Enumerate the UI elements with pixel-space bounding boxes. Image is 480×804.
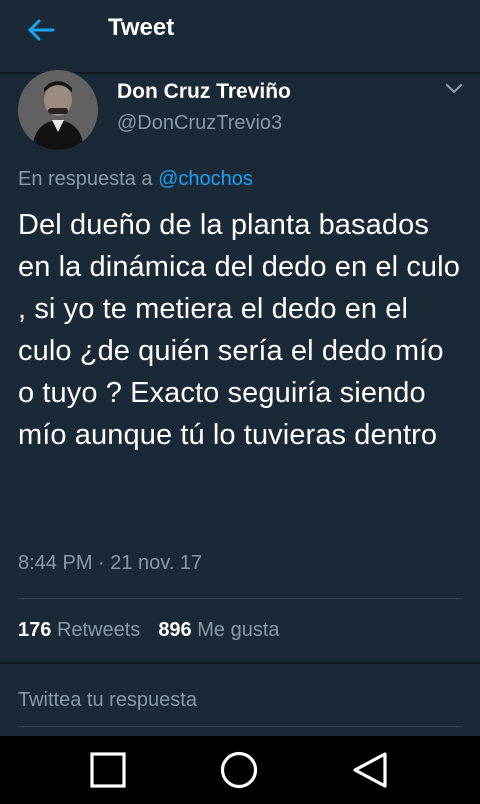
stats-divider-bottom <box>0 662 480 664</box>
likes-count: 896 <box>158 619 192 641</box>
retweets-count: 176 <box>18 619 52 641</box>
more-options-button[interactable] <box>444 82 464 96</box>
recents-button[interactable] <box>88 750 128 790</box>
triangle-back-icon <box>353 752 387 788</box>
top-bar: Tweet <box>0 0 480 60</box>
page-title: Tweet <box>108 14 175 41</box>
avatar-photo <box>18 70 98 150</box>
retweets-label: Retweets <box>56 619 141 641</box>
back-button[interactable] <box>26 16 56 44</box>
author-name[interactable]: Don Cruz Treviño <box>117 80 291 104</box>
likes-label: Me gusta <box>197 619 280 641</box>
circle-icon <box>220 751 258 789</box>
chevron-down-icon <box>445 83 463 94</box>
reply-context: En respuesta a @chochos <box>18 168 253 191</box>
back-nav-button[interactable] <box>350 750 390 790</box>
author-handle[interactable]: @DonCruzTrevio3 <box>117 112 282 135</box>
tweet-stats: 176 Retweets 896 Me gusta <box>18 619 280 642</box>
reply-underline <box>18 726 462 727</box>
tweet-timestamp: 8:44 PM · 21 nov. 17 <box>18 552 203 574</box>
square-icon <box>90 752 126 788</box>
system-navigation-bar <box>0 736 480 804</box>
avatar[interactable] <box>18 70 98 150</box>
arrow-left-icon <box>28 19 55 41</box>
retweets-stat[interactable]: 176 Retweets <box>18 619 140 642</box>
reply-input[interactable] <box>18 676 462 724</box>
stats-divider-top <box>18 598 462 599</box>
tweet-text: Del dueño de la planta basados en la din… <box>18 209 460 451</box>
home-button[interactable] <box>219 750 259 790</box>
reply-mention-link[interactable]: @chochos <box>158 168 253 190</box>
likes-stat[interactable]: 896 Me gusta <box>158 619 279 642</box>
reply-prefix: En respuesta a <box>18 168 153 190</box>
